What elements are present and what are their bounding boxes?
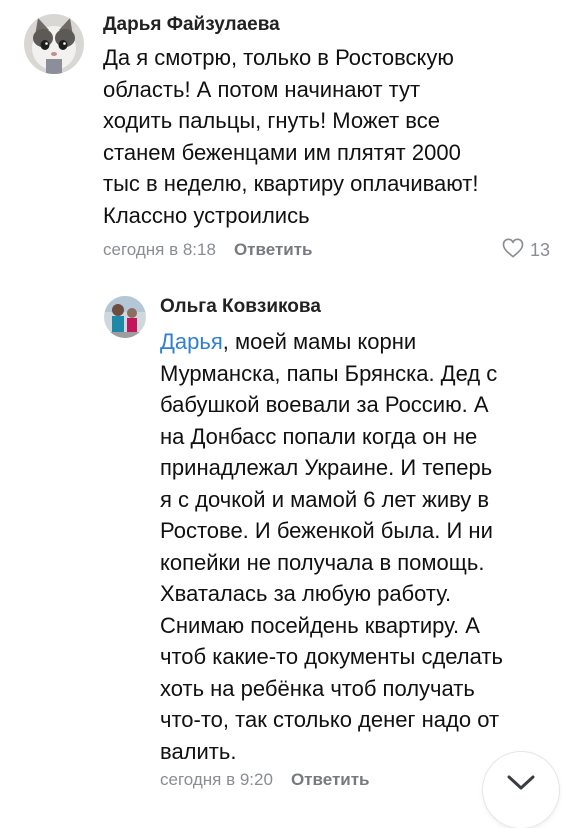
reply-button[interactable]: Ответить bbox=[291, 770, 370, 789]
comment-text-line: я с дочкой и мамой 6 лет живу в bbox=[160, 486, 490, 512]
comment-author[interactable]: Дарья Файзулаева bbox=[103, 14, 280, 36]
comment-text-line: Снимаю посейдень квартиру. А bbox=[160, 612, 480, 638]
comment-text-fragment: , моей мамы корни bbox=[222, 329, 417, 354]
comment-text-line: Мурманска, папы Брянска. Дед с bbox=[160, 360, 498, 386]
comment-text-line: Хваталась за любую работу. bbox=[160, 581, 452, 606]
person-photo-avatar-icon[interactable] bbox=[104, 296, 146, 338]
scroll-down-button[interactable] bbox=[483, 752, 559, 828]
like-count: 13 bbox=[529, 240, 550, 260]
comment-text-line: ходить пальцы, гнуть! Может все bbox=[103, 108, 440, 133]
comment-meta: сегодня в 8:18 Ответить bbox=[103, 240, 313, 260]
comment-text-line: Дарья, моей мамы корни bbox=[160, 326, 565, 358]
comment-text: Дарья, моей мамы корни Мурманска, папы Б… bbox=[160, 326, 565, 767]
comment-text: Да я смотрю, только в Ростовскую область… bbox=[103, 42, 563, 231]
comment-time: сегодня в 8:18 bbox=[103, 240, 216, 259]
comment-text-line: что-то, так столько денег надо от bbox=[160, 707, 500, 732]
comment-time: сегодня в 9:20 bbox=[160, 770, 273, 789]
comment-text-line: копейки не получала в помощь. bbox=[160, 549, 485, 575]
comment-text-line: тыс в неделю, квартиру оплачивают! bbox=[103, 171, 479, 196]
comment-text-line: хоть на ребёнка чтоб получать bbox=[160, 675, 475, 701]
like-button[interactable]: 13 bbox=[502, 238, 550, 263]
comment-text-line: чтоб какие-то документы сделать bbox=[160, 644, 503, 669]
comment-meta: сегодня в 9:20 Ответить bbox=[160, 770, 370, 790]
comment-author[interactable]: Ольга Ковзикова bbox=[160, 296, 321, 318]
comment-text-line: на Донбасс попали когда он не bbox=[160, 423, 478, 449]
comment-text-line: станем беженцами им плятят 2000 bbox=[103, 139, 461, 165]
chevron-down-icon bbox=[506, 774, 536, 797]
comment-text-line: область! А потом начинают тут bbox=[103, 76, 421, 102]
comment-text-line: Да я смотрю, только в Ростовскую bbox=[103, 45, 454, 70]
comment-text-line: принадлежал Украине. И теперь bbox=[160, 455, 493, 480]
heart-outline-icon bbox=[502, 238, 524, 263]
comment-text-line: Ростове. И беженкой была. И ни bbox=[160, 518, 493, 543]
reply-button[interactable]: Ответить bbox=[234, 240, 313, 259]
comment-text-line: бабушкой воевали за Россию. А bbox=[160, 392, 489, 417]
mention-link[interactable]: Дарья bbox=[160, 329, 223, 354]
comment-text-line: Классно устроились bbox=[103, 202, 310, 228]
cat-avatar-icon[interactable] bbox=[24, 14, 84, 74]
